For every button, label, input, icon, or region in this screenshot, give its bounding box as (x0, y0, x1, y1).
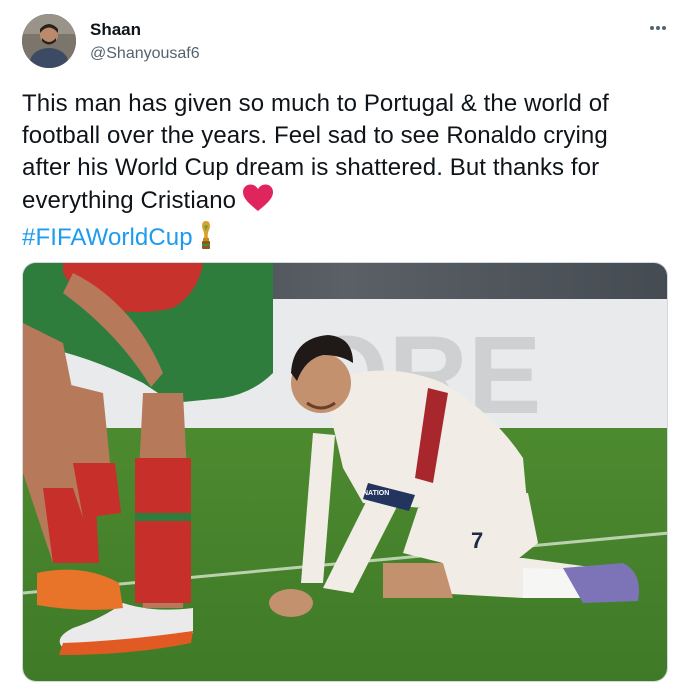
author-display-name[interactable]: Shaan (90, 20, 141, 40)
tweet-card: Shaan @Shanyousaf6 This man has given so… (0, 0, 700, 686)
trophy-emoji (199, 221, 213, 260)
author-handle[interactable]: @Shanyousaf6 (90, 44, 200, 64)
tweet-text-line: This man has given so much to Portugal &… (22, 90, 609, 117)
tweet-text-segment: everything Cristiano (22, 187, 237, 214)
hashtag-link[interactable]: #FIFAWorldCup (22, 224, 193, 251)
tweet-text-line-last: everything Cristiano (22, 184, 688, 221)
ronaldo-photo: ORE 7 NATION (23, 263, 667, 681)
more-options-button[interactable] (640, 16, 674, 40)
sleeve-patch-text: NATION (363, 490, 389, 497)
author-avatar[interactable] (22, 14, 76, 68)
more-horizontal-icon (650, 26, 666, 30)
tweet-text: This man has given so much to Portugal &… (22, 88, 688, 260)
red-heart-emoji (242, 184, 274, 221)
tweet-text-line: football over the years. Feel sad to see… (22, 122, 608, 149)
hashtag-line: #FIFAWorldCup (22, 221, 688, 260)
tweet-photo[interactable]: ORE 7 NATION (22, 262, 668, 682)
jersey-number: 7 (471, 528, 483, 553)
tweet-text-line: after his World Cup dream is shattered. … (22, 154, 600, 181)
